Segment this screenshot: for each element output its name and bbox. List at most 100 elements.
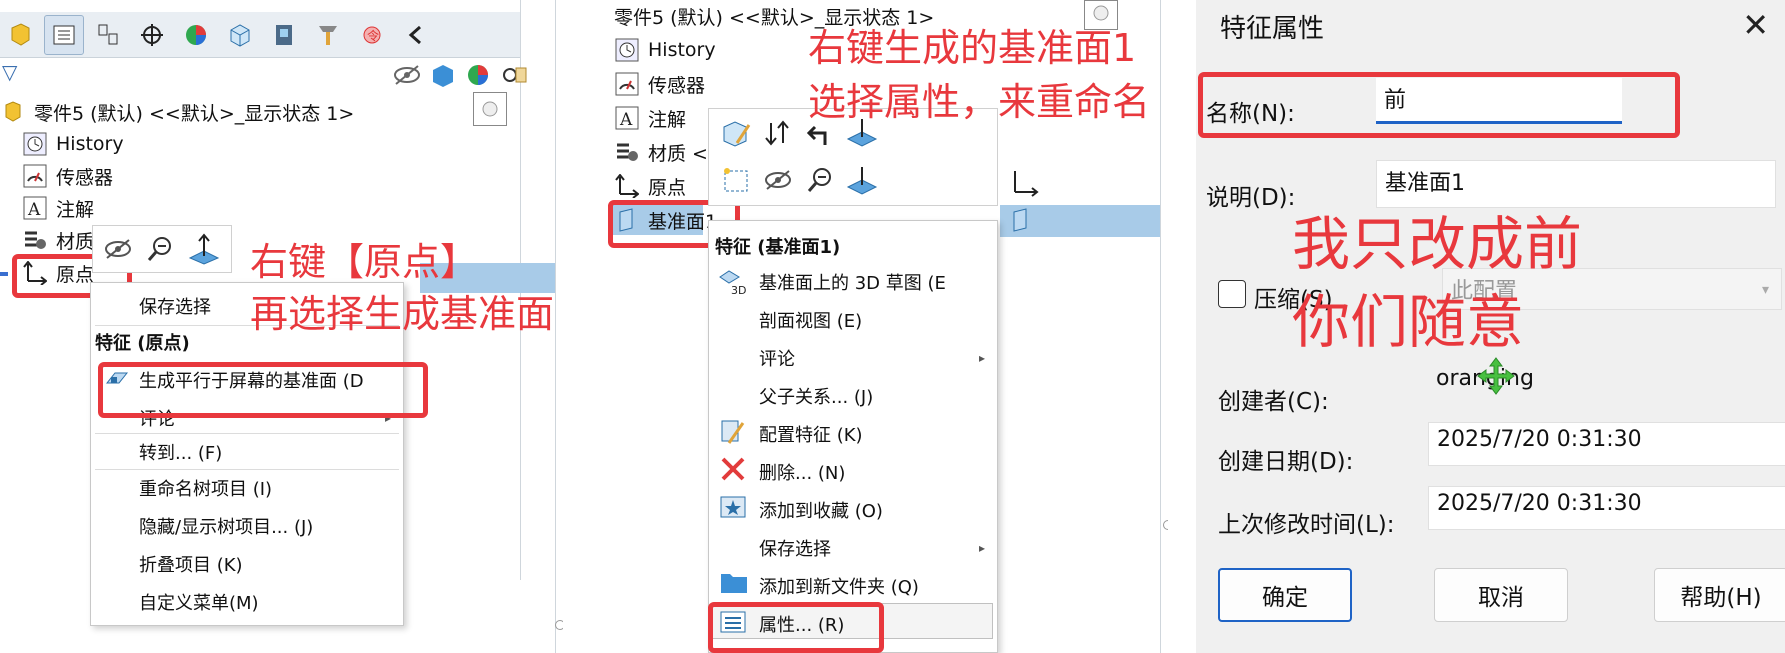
crosshair-icon[interactable] [132,15,172,55]
tree-item-history[interactable]: History [614,34,716,66]
delete-icon [719,455,747,488]
menu-section-header: 特征 (基准面1) [715,237,841,258]
annotation-icon: A [614,105,640,131]
sketch-3d-icon: 3D [717,267,747,300]
tree-item-annotations[interactable]: A 注解 [614,102,686,134]
menu-item-rename[interactable]: 重命名树项目 (I) [139,475,272,501]
tree-item-sensors[interactable]: 传感器 [22,160,113,192]
suppress-checkbox[interactable] [1218,280,1246,308]
cancel-button[interactable]: 取消 [1434,568,1568,622]
favorite-star-icon [719,493,747,526]
modified-date-value: 2025/7/20 0:31:30 [1428,486,1785,530]
sensor-icon [614,71,640,97]
menu-item-configure[interactable]: 配置特征 (K) [759,421,863,447]
menu-item-save-selection[interactable]: 保存选择 [759,535,831,561]
feature-tree-tab-icon[interactable] [44,14,84,55]
cube-view-icon[interactable] [220,15,260,55]
created-date-label: 创建日期(D): [1218,449,1354,475]
annotation-line-2: 选择属性，来重命名 [808,80,1151,124]
menu-separator [95,469,399,470]
tree-item-label: 材质 < [648,142,708,165]
close-icon[interactable]: ✕ [1742,6,1769,44]
appearance-ball-icon[interactable] [464,62,494,92]
scrollbar-track[interactable] [1160,0,1161,653]
menu-item-add-folder[interactable]: 添加到新文件夹 (Q) [759,573,919,599]
annotation-line-1: 右键生成的基准面1 [808,26,1137,70]
part-icon[interactable] [0,15,40,55]
menu-item-collapse[interactable]: 折叠项目 (K) [139,551,243,577]
menu-item-section-view[interactable]: 剖面视图 (E) [759,307,862,333]
description-input[interactable]: 基准面1 [1376,160,1776,208]
annotation-line-1: 右键【原点】 [250,240,479,284]
display-mode-icon[interactable] [428,62,458,92]
highlight-box-create-plane [98,362,428,418]
menu-item-parent-child[interactable]: 父子关系... (J) [759,383,873,409]
material-icon [22,227,48,253]
scroll-handle[interactable] [1163,520,1168,530]
hide-eye-icon[interactable] [103,236,133,266]
menu-item-delete[interactable]: 删除... (N) [759,459,845,485]
hide-eye-icon[interactable] [392,62,422,92]
menu-section-header: 特征 (原点) [95,333,190,354]
tree-item-material[interactable]: 材质 < [614,136,708,168]
history-icon [22,131,48,157]
cam-icon[interactable] [264,15,304,55]
help-button[interactable]: 帮助(H) [1654,568,1785,622]
ok-button[interactable]: 确定 [1218,568,1352,622]
scrollbar-track[interactable] [555,0,556,653]
tree-root[interactable]: 零件5 (默认) <<默认>_显示状态 1> [0,96,354,128]
configure-feature-icon [719,417,747,452]
edit-feature-icon[interactable] [721,119,753,153]
highlight-box-name [1198,72,1680,138]
scroll-handle[interactable] [555,620,563,630]
menu-item-save-selection[interactable]: 保存选择 [139,293,211,319]
menu-item-hide-show[interactable]: 隐藏/显示树项目... (J) [139,513,313,539]
menu-item-comment[interactable]: 评论 [759,345,795,371]
normal-to-icon[interactable] [187,232,221,270]
tree-item-material[interactable]: 材质 [22,224,94,256]
tree-item-origin[interactable]: 原点 [614,170,686,202]
normal-to-icon[interactable] [845,163,879,201]
submenu-arrow-icon: ▸ [979,541,986,555]
chevron-down-icon: ▾ [1762,282,1770,298]
zoom-to-selection-icon[interactable] [145,234,175,268]
scene-icon[interactable] [500,62,530,92]
sketch-grid-icon[interactable] [721,165,751,199]
tree-item-label: 材质 [56,230,95,253]
tree-item-history[interactable]: History [22,128,124,160]
tree-item-annotations[interactable]: A 注解 [22,192,94,224]
menu-item-goto[interactable]: 转到... (F) [139,439,222,465]
feature-manager-toolbar: 令 [0,12,520,58]
folder-icon [719,569,749,600]
panel-feature-tree-left: 令 ▽ 零件5 (默认) <<默认>_显示状态 1> History 传感器 A… [0,0,563,653]
property-manager-icon[interactable] [88,15,128,55]
annotation-line-1: 我只改成前 [1292,210,1583,278]
menu-item-3d-sketch[interactable]: 基准面上的 3D 草图 (E [759,269,946,295]
modified-date-label: 上次修改时间(L): [1218,512,1395,538]
plane-icon [1010,208,1032,238]
simulation-icon[interactable]: 令 [352,15,392,55]
menu-separator [95,433,399,434]
tree-item-label: 原点 [648,176,687,199]
tree-item-sensors[interactable]: 传感器 [614,68,705,100]
svg-text:A: A [27,200,41,220]
chevron-left-icon[interactable] [396,15,436,55]
filter-icon[interactable]: ▽ [2,60,17,84]
annotation-icon: A [22,195,48,221]
tree-item-label: 注解 [648,108,687,131]
tool-icon[interactable] [308,15,348,55]
appearance-icon[interactable] [176,15,216,55]
zoom-to-selection-icon[interactable] [805,165,835,199]
feature-properties-dialog: 特征属性 ✕ 名称(N): 前 说明(D): 基准面1 压缩(S) 此配置 ▾ … [1196,0,1785,653]
reorder-icon[interactable] [763,119,793,153]
menu-item-add-favorite[interactable]: 添加到收藏 (O) [759,497,883,523]
tree-root-label: 零件5 (默认) <<默认>_显示状态 1> [34,102,355,125]
display-state-swatch[interactable] [473,92,507,126]
tree-item-label: 传感器 [56,166,114,189]
hide-eye-icon[interactable] [763,167,793,197]
dialog-title: 特征属性 [1220,14,1325,44]
highlight-box-properties [708,602,884,653]
history-icon [614,37,640,63]
panel-feature-tree-middle: 零件5 (默认) <<默认>_显示状态 1> History 传感器 A 注解 … [608,0,1168,653]
menu-item-customize[interactable]: 自定义菜单(M) [139,589,259,615]
